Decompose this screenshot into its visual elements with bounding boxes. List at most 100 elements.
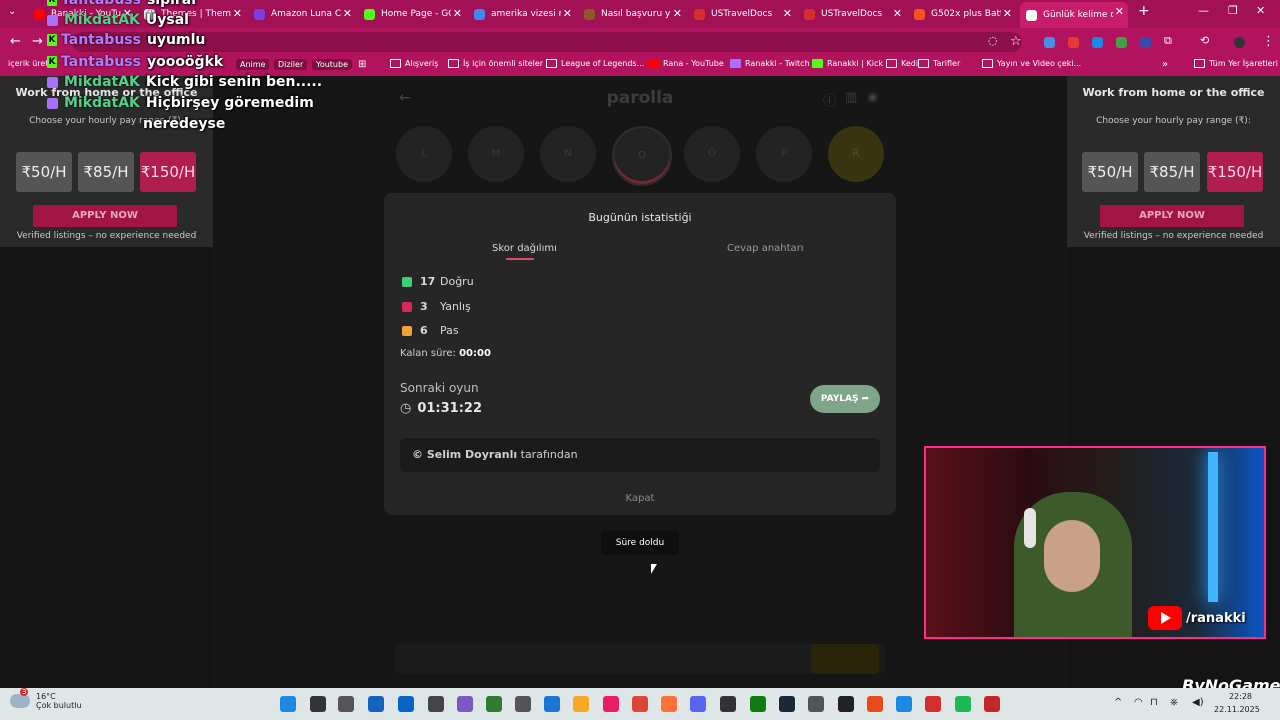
- weather-widget[interactable]: 3 16°C Çok bulutlu: [10, 688, 82, 710]
- profile-avatar[interactable]: [1234, 37, 1245, 48]
- all-bookmarks-folder[interactable]: Tüm Yer İşaretleri: [1194, 59, 1278, 68]
- close-tab-icon[interactable]: ✕: [563, 7, 572, 20]
- app-icon[interactable]: [925, 696, 941, 712]
- app-icon[interactable]: [603, 696, 619, 712]
- photos-icon[interactable]: [544, 696, 560, 712]
- close-tab-icon[interactable]: ✕: [893, 7, 902, 20]
- maximize-button[interactable]: ❐: [1228, 4, 1238, 17]
- close-tab-icon[interactable]: ✕: [453, 7, 462, 20]
- chat-text: Hiçbirşey göremedim: [145, 95, 314, 111]
- browser-tab[interactable]: Home Page - GG ✕: [358, 4, 466, 24]
- tab-score-distribution[interactable]: Skor dağılımı: [492, 243, 557, 254]
- apply-now-button[interactable]: APPLY NOW: [33, 205, 177, 227]
- browser-tab[interactable]: Nasıl başvuru yap✕: [578, 4, 686, 24]
- bookmark-item[interactable]: Ranakki | Kick: [812, 59, 883, 68]
- app-icon[interactable]: [896, 696, 912, 712]
- minimize-button[interactable]: —: [1198, 4, 1209, 17]
- extensions-puzzle-icon[interactable]: ⧉: [1164, 34, 1172, 48]
- app-icon[interactable]: [428, 696, 444, 712]
- pay-option-150[interactable]: ₹150/H: [140, 152, 196, 192]
- chrome-icon[interactable]: [632, 696, 648, 712]
- stats-icon[interactable]: ▥: [845, 90, 857, 105]
- browser-tab[interactable]: USTravelDocs ✕: [798, 4, 906, 24]
- close-tab-icon[interactable]: ✕: [783, 7, 792, 20]
- pay-option-150[interactable]: ₹150/H: [1207, 152, 1263, 192]
- start-icon[interactable]: [280, 696, 296, 712]
- menu-kebab-icon[interactable]: ⋮: [1262, 34, 1275, 49]
- discord-icon[interactable]: [690, 696, 706, 712]
- pay-option-85[interactable]: ₹85/H: [1144, 152, 1200, 192]
- bookmark-folder[interactable]: Kedi: [886, 59, 918, 68]
- bookmark-item[interactable]: Anime: [236, 59, 270, 70]
- close-window-button[interactable]: ✕: [1256, 4, 1265, 17]
- extension-icon[interactable]: [1140, 37, 1151, 48]
- close-tab-icon[interactable]: ✕: [673, 7, 682, 20]
- close-tab-icon[interactable]: ✕: [1003, 7, 1012, 20]
- browser-tab[interactable]: Amazon Luna Clo✕: [248, 4, 356, 24]
- tray-up-icon[interactable]: ^: [1114, 697, 1122, 708]
- search-icon[interactable]: [310, 696, 326, 712]
- apply-now-button[interactable]: APPLY NOW: [1100, 205, 1244, 227]
- widgets-icon[interactable]: [368, 696, 384, 712]
- pay-option-50[interactable]: ₹50/H: [1082, 152, 1138, 192]
- app-icon[interactable]: [808, 696, 824, 712]
- spotify-icon[interactable]: [955, 696, 971, 712]
- settings-icon[interactable]: [515, 696, 531, 712]
- new-tab-button[interactable]: +: [1138, 3, 1150, 19]
- bookmark-folder[interactable]: Alışveriş: [390, 59, 438, 68]
- epic-icon[interactable]: [838, 696, 854, 712]
- browser-tab[interactable]: G502x plus Batter✕: [908, 4, 1016, 24]
- credit-author[interactable]: © Selim Doyranlı: [412, 448, 517, 461]
- bookmark-folder[interactable]: İş için önemli siteler: [448, 59, 543, 68]
- bookmark-folder[interactable]: League of Legends...: [546, 59, 644, 68]
- close-tab-icon[interactable]: ✕: [1115, 5, 1124, 18]
- browser-tab[interactable]: amerika vizesi na✕: [468, 4, 576, 24]
- url-input[interactable]: uk: [72, 32, 1022, 52]
- outlook-icon[interactable]: [398, 696, 414, 712]
- speaker-icon[interactable]: ◀): [1192, 697, 1204, 708]
- close-tab-icon[interactable]: ✕: [343, 7, 352, 20]
- xbox-icon[interactable]: [750, 696, 766, 712]
- pay-option-85[interactable]: ₹85/H: [78, 152, 134, 192]
- close-modal-button[interactable]: Kapat: [384, 493, 896, 504]
- explorer-icon[interactable]: [573, 696, 589, 712]
- app-icon[interactable]: [867, 696, 883, 712]
- extension-icon[interactable]: [1044, 37, 1055, 48]
- browser-tab[interactable]: USTravelDocs ✕: [688, 4, 796, 24]
- copilot-icon[interactable]: [457, 696, 473, 712]
- apps-grid-icon[interactable]: ⊞: [358, 59, 366, 70]
- steam-icon[interactable]: [779, 696, 795, 712]
- app-icon[interactable]: [984, 696, 1000, 712]
- extension-icon[interactable]: [1092, 37, 1103, 48]
- store-icon[interactable]: [486, 696, 502, 712]
- history-icon[interactable]: ⟲: [1200, 34, 1209, 47]
- profile-icon[interactable]: ◉: [867, 90, 878, 105]
- network-icon[interactable]: ⊓: [1150, 697, 1158, 708]
- language-icon[interactable]: ⎈: [1170, 697, 1178, 708]
- bookmark-item[interactable]: Youtube: [312, 59, 352, 70]
- info-icon[interactable]: ⓘ: [823, 90, 836, 109]
- firefox-icon[interactable]: [661, 696, 677, 712]
- wrong-swatch: [402, 301, 412, 312]
- bookmark-star-icon[interactable]: ☆: [1010, 34, 1022, 49]
- eye-off-icon[interactable]: ◌: [988, 34, 998, 47]
- pay-option-50[interactable]: ₹50/H: [16, 152, 72, 192]
- extension-icon[interactable]: [1068, 37, 1079, 48]
- remaining-label: Kalan süre:: [400, 348, 456, 359]
- bookmark-item[interactable]: Ranakki - Twitch: [730, 59, 810, 68]
- clock[interactable]: 22:28 22.11.2025: [1214, 692, 1260, 714]
- more-bookmarks-icon[interactable]: »: [1162, 59, 1168, 70]
- bookmark-folder[interactable]: Yayın ve Video çeki...: [982, 59, 1081, 68]
- bookmark-item[interactable]: Rana - YouTube: [648, 59, 724, 68]
- browser-tab[interactable]: Günlük kelime oy✕: [1020, 2, 1128, 28]
- bookmark-item[interactable]: Diziler: [274, 59, 308, 70]
- share-button[interactable]: PAYLAŞ ➦: [810, 385, 880, 413]
- tab-answer-key[interactable]: Cevap anahtarı: [727, 243, 804, 254]
- task-view-icon[interactable]: [338, 696, 354, 712]
- extension-icon[interactable]: [1116, 37, 1127, 48]
- submit-button[interactable]: [811, 644, 879, 674]
- close-tab-icon[interactable]: ✕: [233, 7, 242, 20]
- app-icon[interactable]: [720, 696, 736, 712]
- wifi-icon[interactable]: ◠: [1134, 697, 1143, 708]
- bookmark-folder[interactable]: Tarifler: [918, 59, 960, 68]
